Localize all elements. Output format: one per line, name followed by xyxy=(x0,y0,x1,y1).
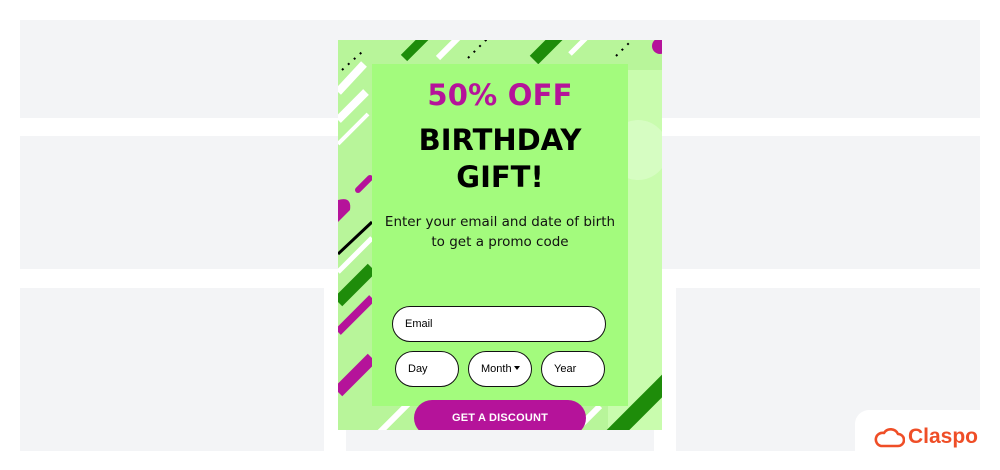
chevron-down-icon xyxy=(513,366,520,370)
month-select[interactable]: Month xyxy=(468,351,532,387)
subtitle-line-2: to get a promo code xyxy=(431,234,569,250)
discount-headline: 50% OFF xyxy=(427,78,573,112)
month-placeholder: Month xyxy=(481,363,512,375)
popup-subtitle: Enter your email and date of birth to ge… xyxy=(372,212,628,252)
year-placeholder: Year xyxy=(554,363,577,375)
get-discount-button[interactable]: GET A DISCOUNT xyxy=(414,400,586,430)
gift-headline: BIRTHDAY GIFT! xyxy=(372,122,628,196)
gift-headline-line-1: BIRTHDAY xyxy=(418,123,582,157)
gift-headline-line-2: GIFT! xyxy=(456,160,544,194)
email-placeholder: Email xyxy=(405,318,433,330)
page-placeholder-block xyxy=(20,288,324,451)
cloud-icon xyxy=(874,428,905,448)
popup-content-panel: 50% OFF BIRTHDAY GIFT! Enter your email … xyxy=(372,64,628,430)
subtitle-line-1: Enter your email and date of birth xyxy=(384,214,616,230)
email-input[interactable]: Email xyxy=(392,306,606,342)
birthday-popup: 50% OFF BIRTHDAY GIFT! Enter your email … xyxy=(338,40,662,430)
year-input[interactable]: Year xyxy=(541,351,605,387)
day-placeholder: Day xyxy=(408,363,428,375)
day-input[interactable]: Day xyxy=(395,351,459,387)
brand-name: Claspo xyxy=(908,425,979,448)
brand-badge: Claspo xyxy=(855,410,1000,470)
